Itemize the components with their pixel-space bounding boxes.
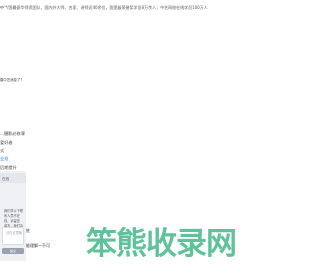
menu-item-professional[interactable]: 业班 — [0, 156, 8, 161]
chat-panel-title: 在线 — [2, 177, 10, 181]
menu-item-enthusiast[interactable]: 爱好者 — [0, 140, 13, 145]
side-note: 能理解一不可 — [26, 243, 50, 248]
chat-panel-header[interactable]: 在线 — [0, 173, 26, 183]
site-watermark: 笨熊收录网 — [86, 226, 237, 262]
menu-item-post-processing[interactable]: 后期提升 — [0, 165, 17, 170]
submit-button[interactable]: 提交 — [2, 248, 24, 254]
intro-text: 中'*/国最豪华师资团队，国内外大师、名家、讲师近40余位，国里级荣誉奖学员8万… — [0, 5, 264, 11]
chat-panel: 在线 我们学以下联系人员不在 线，请留言 留言，我们会 回复。我们会 电话 请在… — [0, 171, 26, 261]
menu-item-style[interactable]: 式 — [0, 148, 4, 153]
menu-item-required-course[interactable]: ...摄影必修课 — [0, 131, 25, 136]
intro-body: '*/国最豪华师资团队，国内外大师、名家、讲师近40余位，国里级荣誉奖学员8万余… — [4, 5, 208, 10]
message-input[interactable]: 请在这里输 入 — [2, 227, 24, 245]
name-label: 姓 — [26, 228, 30, 233]
question-label: 摄中艺消息了？ — [0, 78, 24, 82]
